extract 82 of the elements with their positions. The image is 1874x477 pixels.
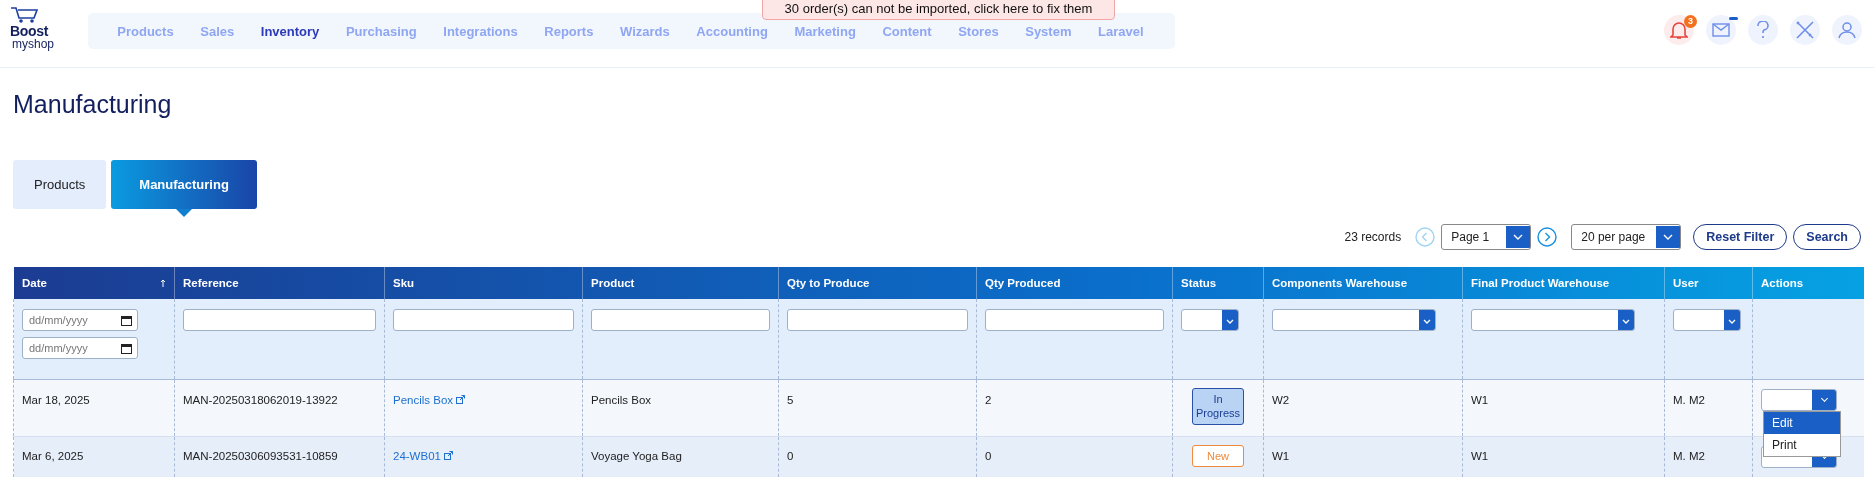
filter-field[interactable] (985, 309, 1164, 331)
filter-button[interactable]: Reset Filter (1693, 224, 1788, 250)
logo[interactable]: Boost myshop (10, 6, 74, 50)
filter-select[interactable] (1673, 309, 1741, 331)
tab[interactable]: Manufacturing (111, 160, 257, 209)
sort-arrow-icon[interactable] (160, 279, 166, 287)
table-cell: 0 (787, 450, 794, 462)
caret-icon (1724, 310, 1740, 330)
tab[interactable]: Products (13, 160, 107, 209)
filter-button[interactable]: Search (1793, 224, 1861, 250)
menu-item[interactable]: Inventory (247, 23, 333, 39)
column-header[interactable]: Qty to Produce (787, 277, 870, 289)
caret-icon (1222, 310, 1238, 330)
table-cell: Voyage Yoga Bag (591, 450, 682, 462)
table-cell: 5 (787, 394, 794, 406)
column-header[interactable]: User (1673, 277, 1699, 289)
help-icon (1757, 21, 1769, 39)
notification-button[interactable]: 3 (1664, 15, 1694, 45)
user-icon (1838, 21, 1856, 39)
column-header[interactable]: Status (1181, 277, 1217, 289)
table-cell: Mar 18, 2025 (22, 394, 90, 406)
filter-select[interactable] (1272, 309, 1436, 331)
table-cell: W1 (1471, 394, 1489, 406)
column-header[interactable]: Qty Produced (985, 277, 1061, 289)
mail-icon (1712, 23, 1730, 37)
help-button[interactable] (1748, 15, 1778, 45)
filter-select[interactable] (1181, 309, 1239, 331)
table-cell: M. M2 (1673, 450, 1705, 462)
column-header[interactable]: Reference (183, 277, 239, 289)
column-header[interactable]: Sku (393, 277, 415, 289)
tab-pointer-icon (176, 209, 193, 217)
sku-link[interactable]: 24-WB01 (393, 450, 453, 462)
column-header[interactable]: Actions (1761, 277, 1804, 289)
column-header[interactable]: Product (591, 277, 635, 289)
next-page-icon[interactable] (1537, 227, 1558, 247)
table-cell: 2 (985, 394, 992, 406)
table-cell: W2 (1272, 394, 1290, 406)
menu-option[interactable]: Edit (1764, 412, 1840, 434)
table-cell: MAN-20250306093531-10859 (183, 450, 338, 462)
page-size-select[interactable]: 20 per page (1571, 224, 1682, 250)
date-field[interactable]: dd/mm/yyyy (22, 337, 138, 359)
user-button[interactable] (1832, 15, 1862, 45)
table-cell: W1 (1471, 450, 1489, 462)
caret-icon (1506, 226, 1531, 248)
table-cell: Pencils Box (591, 394, 652, 406)
table-cell: 0 (985, 450, 992, 462)
actions-select[interactable] (1761, 389, 1837, 411)
caret-icon (1419, 310, 1435, 330)
logo-subtext: myshop (12, 38, 56, 50)
table-cell: M. M2 (1673, 394, 1705, 406)
status-badge: In Progress (1192, 388, 1244, 425)
filter-field[interactable] (591, 309, 770, 331)
table-cell: W1 (1272, 450, 1290, 462)
calendar-icon (121, 314, 132, 326)
column-header[interactable]: Final Product Warehouse (1471, 277, 1610, 289)
external-link-icon (443, 451, 453, 460)
logo-text: Boost (10, 24, 50, 38)
record-count: 23 records (1344, 230, 1402, 244)
status-badge: New (1192, 445, 1244, 468)
external-link-icon (456, 395, 466, 404)
column-header[interactable]: Date (22, 277, 47, 289)
column-header[interactable]: Components Warehouse (1272, 277, 1408, 289)
caret-icon (1618, 310, 1634, 330)
page-title: Manufacturing (13, 89, 173, 120)
filter-field[interactable] (183, 309, 376, 331)
calendar-icon (121, 342, 132, 354)
page-select[interactable]: Page 1 (1441, 224, 1532, 250)
date-field[interactable]: dd/mm/yyyy (22, 309, 138, 331)
notification-count: 3 (1684, 15, 1697, 28)
filter-field[interactable] (787, 309, 968, 331)
table-cell: MAN-20250318062019-13922 (183, 394, 338, 406)
filter-field[interactable] (393, 309, 574, 331)
cart-icon (10, 6, 40, 24)
settings-button[interactable] (1790, 15, 1820, 45)
tools-icon (1795, 20, 1815, 40)
mail-button[interactable] (1706, 15, 1736, 45)
filter-select[interactable] (1471, 309, 1635, 331)
alert-banner[interactable]: 30 order(s) can not be imported, click here to fix them (762, 0, 1115, 20)
caret-icon (1656, 226, 1681, 248)
sku-link[interactable]: Pencils Box (393, 394, 466, 406)
bell-icon (1670, 20, 1688, 40)
table-cell: Mar 6, 2025 (22, 450, 84, 462)
